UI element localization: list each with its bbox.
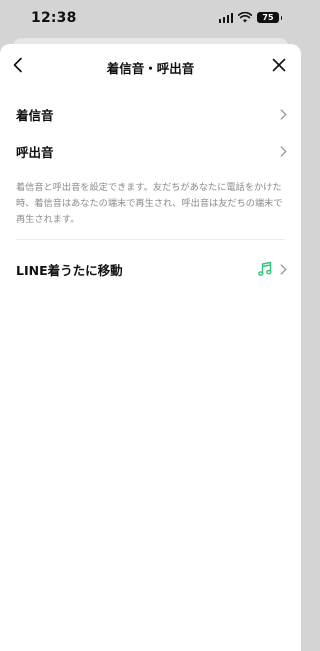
music-note-icon <box>255 259 275 279</box>
menu-item-ringback-tone[interactable]: 呼出音 <box>0 133 301 169</box>
description-text: 着信音と呼出音を設定できます。友だちがあなたに電話をかけた時、着信音はあなたの端… <box>16 182 283 225</box>
signal-icon <box>218 12 233 23</box>
settings-sheet: 着信音・呼出音 着信音 呼出音 着信音と呼出音を設定できます。友だちがあなたに電… <box>0 44 301 651</box>
status-time: 12:38 <box>31 10 77 26</box>
page-title: 着信音・呼出音 <box>106 61 195 76</box>
close-icon <box>272 58 286 72</box>
chevron-right-icon <box>279 263 287 275</box>
status-icons: 75 <box>218 12 282 23</box>
line-melodies-link[interactable]: LINE着うたに移動 <box>0 251 301 287</box>
menu-item-label: 呼出音 <box>16 144 54 160</box>
status-bar: 12:38 75 <box>0 0 301 40</box>
battery-icon: 75 <box>257 12 282 23</box>
menu-item-label: 着信音 <box>16 107 54 123</box>
wifi-icon <box>238 12 252 23</box>
header: 着信音・呼出音 <box>0 44 301 88</box>
line-melodies-label: LINE着うたに移動 <box>16 262 123 278</box>
close-button[interactable] <box>269 55 289 75</box>
chevron-right-icon <box>279 108 287 120</box>
chevron-right-icon <box>279 145 287 157</box>
divider <box>16 239 285 240</box>
menu-item-ringtone[interactable]: 着信音 <box>0 96 301 132</box>
